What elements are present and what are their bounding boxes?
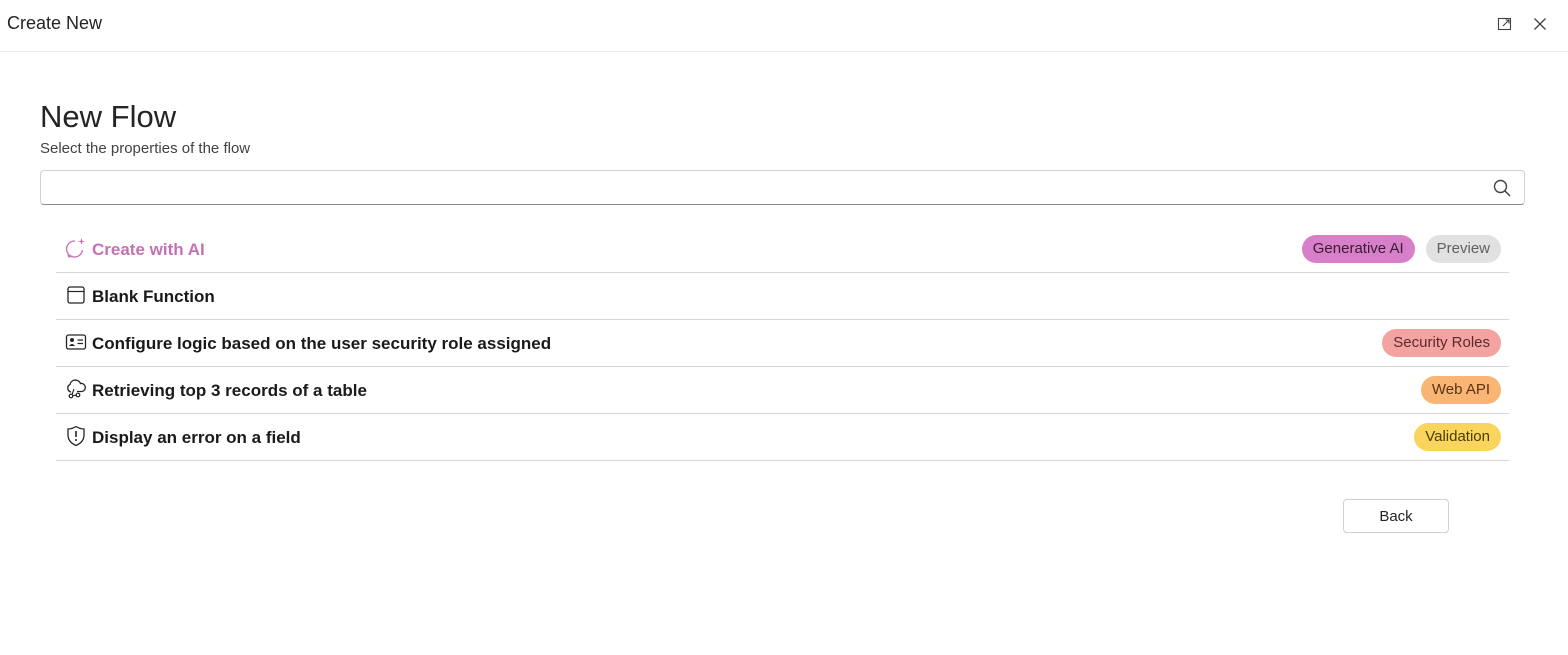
badge-group: Web API bbox=[1420, 376, 1501, 404]
list-item-label: Create with AI bbox=[92, 240, 205, 259]
list-item-label: Retrieving top 3 records of a table bbox=[92, 381, 367, 400]
dialog-titlebar: Create New bbox=[0, 0, 1568, 52]
list-item-create-with-ai[interactable]: Create with AI Generative AI Preview bbox=[56, 226, 1509, 273]
window-icon bbox=[65, 284, 87, 306]
list-item-security-role[interactable]: Configure logic based on the user securi… bbox=[56, 320, 1509, 367]
list-item-blank-function[interactable]: Blank Function bbox=[56, 273, 1509, 320]
badge-security-roles: Security Roles bbox=[1382, 329, 1501, 357]
badge-generative-ai: Generative AI bbox=[1301, 235, 1415, 263]
badge-preview: Preview bbox=[1425, 235, 1501, 263]
cloud-link-icon bbox=[65, 378, 87, 400]
close-icon[interactable] bbox=[1528, 12, 1552, 36]
expand-icon[interactable] bbox=[1493, 12, 1517, 36]
list-item-retrieve-records[interactable]: Retrieving top 3 records of a table Web … bbox=[56, 367, 1509, 414]
badge-group: Security Roles bbox=[1382, 329, 1501, 357]
badge-group: Generative AI Preview bbox=[1301, 235, 1501, 263]
contact-card-icon bbox=[65, 331, 87, 353]
dialog-title: Create New bbox=[7, 13, 103, 33]
badge-validation: Validation bbox=[1414, 423, 1501, 451]
search-box bbox=[40, 170, 1525, 205]
list-item-label: Display an error on a field bbox=[92, 428, 301, 447]
sparkle-chat-icon bbox=[65, 237, 87, 259]
back-button[interactable]: Back bbox=[1343, 499, 1449, 533]
badge-web-api: Web API bbox=[1420, 376, 1501, 404]
page-subtitle: Select the properties of the flow bbox=[40, 140, 251, 157]
template-list: Create with AI Generative AI Preview Bla… bbox=[56, 226, 1509, 461]
search-input[interactable] bbox=[49, 177, 1479, 199]
list-item-label: Configure logic based on the user securi… bbox=[92, 334, 552, 353]
shield-error-icon bbox=[65, 425, 87, 447]
page-title: New Flow bbox=[40, 99, 177, 134]
list-item-display-error[interactable]: Display an error on a field Validation bbox=[56, 414, 1509, 461]
list-item-label: Blank Function bbox=[92, 287, 215, 306]
search-icon[interactable] bbox=[1492, 178, 1512, 198]
badge-group: Validation bbox=[1414, 423, 1501, 451]
